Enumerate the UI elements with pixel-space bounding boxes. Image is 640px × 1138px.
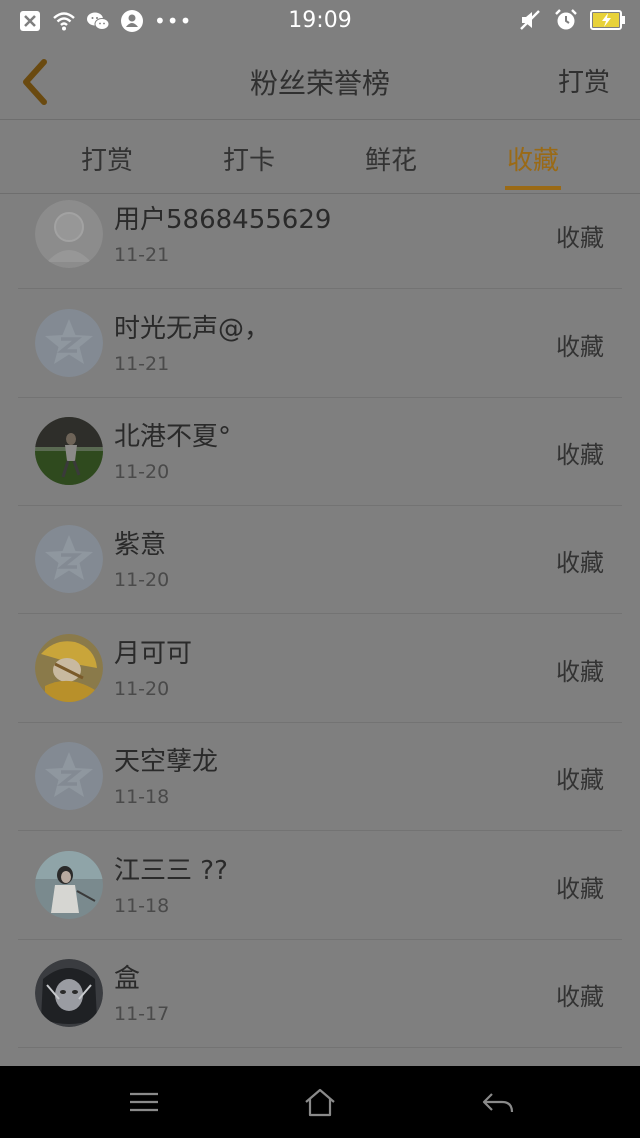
qzone-star-avatar-icon [35, 525, 103, 593]
list-item[interactable]: 江三三 ?? 11-18 收藏 [18, 831, 622, 940]
photo-avatar [35, 634, 103, 702]
battery-charging-icon [590, 10, 625, 30]
fan-date: 11-18 [114, 786, 170, 808]
list-item[interactable]: 盒 11-17 收藏 [18, 939, 622, 1048]
fan-date: 11-17 [114, 1003, 170, 1025]
fan-name: 天空孽龙 [114, 747, 219, 777]
screen: ••• 19:09 粉丝荣誉榜 打赏 打赏 打卡 鲜花 收藏 用户5868455… [0, 0, 640, 1138]
status-bar: ••• 19:09 [0, 0, 640, 44]
fan-name: 用户5868455629 [114, 205, 332, 235]
alarm-icon [555, 9, 577, 30]
list-item[interactable]: 北港不夏° 11-20 收藏 [18, 397, 622, 506]
list-item[interactable]: 天空孽龙 11-18 收藏 [18, 722, 622, 831]
list-item[interactable]: 紫意 11-20 收藏 [18, 505, 622, 614]
fan-list: 用户5868455629 11-21 收藏 时光无声@， 11-21 收藏 北港… [0, 194, 640, 1066]
photo-avatar [35, 417, 103, 485]
page-title: 粉丝荣誉榜 [249, 67, 390, 100]
fan-name: 盒 [114, 964, 141, 994]
fan-date: 11-18 [114, 895, 170, 917]
default-avatar-icon [35, 200, 103, 268]
active-tab-indicator [505, 186, 561, 190]
qzone-star-avatar-icon [35, 309, 103, 377]
back-icon[interactable] [478, 1086, 518, 1118]
tab-bar: 打赏 打卡 鲜花 收藏 [0, 120, 640, 194]
qzone-star-avatar-icon [35, 742, 103, 810]
home-icon[interactable] [300, 1086, 340, 1118]
list-item[interactable]: 月可可 11-20 收藏 [18, 614, 622, 723]
reward-button[interactable]: 打赏 [558, 62, 610, 99]
tab-checkin[interactable]: 打卡 [189, 140, 309, 177]
fan-name: 江三三 ?? [114, 856, 228, 886]
photo-avatar [35, 959, 103, 1027]
fan-action: 收藏 [556, 766, 604, 794]
fan-date: 11-21 [114, 244, 170, 266]
system-nav-bar [0, 1066, 640, 1138]
fan-name: 北港不夏° [114, 422, 232, 452]
tab-favorites[interactable]: 收藏 [473, 140, 593, 177]
list-item[interactable]: 用户5868455629 11-21 收藏 [18, 194, 622, 289]
fan-action: 收藏 [556, 875, 604, 903]
fan-date: 11-20 [114, 461, 170, 483]
tab-flowers[interactable]: 鲜花 [331, 140, 451, 177]
fan-date: 11-20 [114, 569, 170, 591]
fan-action: 收藏 [556, 549, 604, 577]
list-item[interactable]: 时光无声@， 11-21 收藏 [18, 289, 622, 398]
fan-date: 11-21 [114, 353, 170, 375]
tab-reward[interactable]: 打赏 [47, 140, 167, 177]
fan-action: 收藏 [556, 983, 604, 1011]
fan-action: 收藏 [556, 658, 604, 686]
fan-action: 收藏 [556, 224, 604, 252]
fan-name: 紫意 [114, 530, 167, 560]
fan-action: 收藏 [556, 441, 604, 469]
mute-icon [520, 10, 540, 30]
menu-icon[interactable] [124, 1086, 164, 1118]
header-bar: 粉丝荣誉榜 打赏 [0, 44, 640, 120]
fan-date: 11-20 [114, 678, 170, 700]
photo-avatar [35, 851, 103, 919]
fan-name: 月可可 [114, 639, 193, 669]
fan-name: 时光无声@， [114, 314, 271, 344]
fan-action: 收藏 [556, 333, 604, 361]
